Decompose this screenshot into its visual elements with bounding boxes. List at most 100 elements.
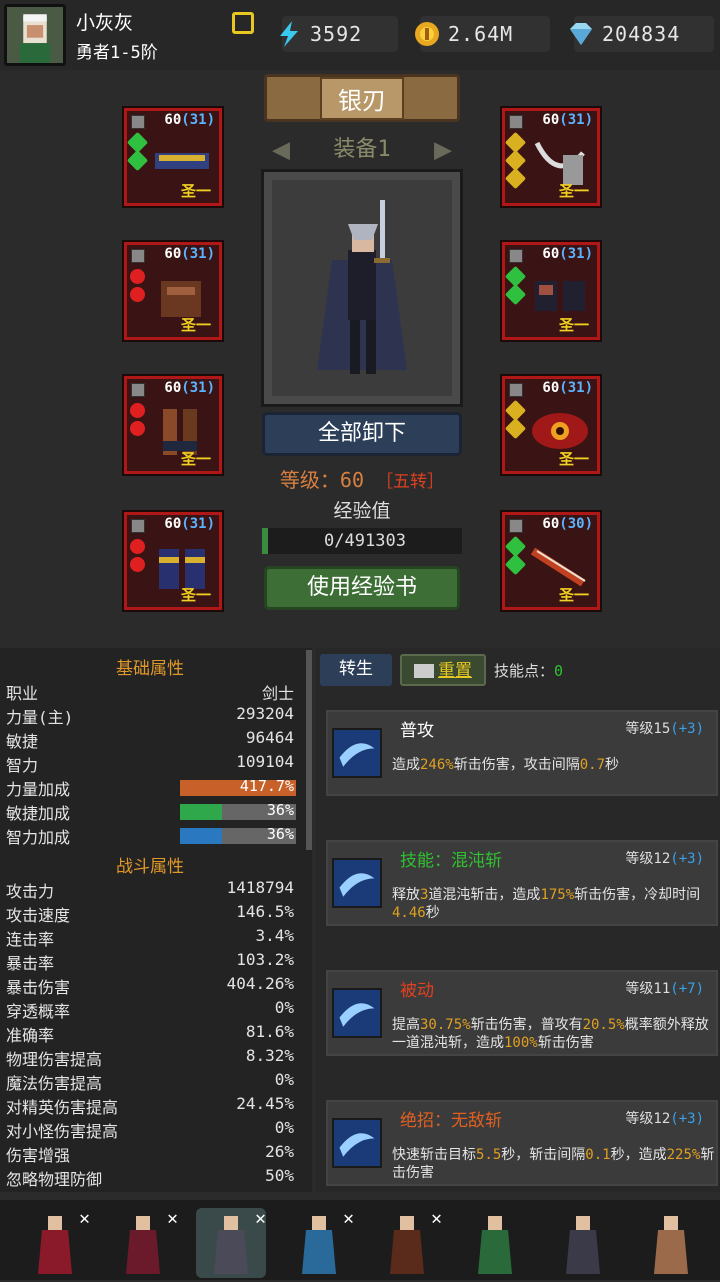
equipment-slot[interactable]: 60(31) 圣一 <box>122 374 224 476</box>
gold-value: 2.64M <box>448 22 514 46</box>
stat-value: 417.7% <box>239 777 294 795</box>
equipment-tier: 圣一 <box>180 182 211 200</box>
equipment-slot[interactable]: 60(31) 圣一 <box>122 240 224 342</box>
stat-row: 攻击力 1418794 <box>6 878 294 902</box>
lock-icon <box>509 383 523 397</box>
skill-points: 技能点：0 <box>494 660 563 681</box>
stat-value: 0% <box>274 1070 294 1089</box>
gem-red-icon <box>130 403 145 418</box>
stat-row: 连击率 3.4% <box>6 926 294 950</box>
skill-points-label: 技能点： <box>494 662 555 680</box>
stat-row: 攻击速度 146.5% <box>6 902 294 926</box>
close-icon: ✕ <box>343 1208 354 1229</box>
gem-red-icon <box>130 421 145 436</box>
stat-bar: 36% <box>180 801 296 820</box>
stat-value: 36% <box>266 825 294 843</box>
diamond-counter: 204834 <box>570 16 714 52</box>
stat-name: 攻击速度 <box>6 906 71 925</box>
reset-skills-button[interactable]: 重置 <box>400 654 486 686</box>
skill-card[interactable]: 普攻 等级15(+3) 造成246%斩击伤害，攻击间隔0.7秒 <box>326 710 718 796</box>
close-icon: ✕ <box>167 1208 178 1229</box>
diamond-icon <box>570 23 592 45</box>
skill-name: 绝招：无敌斩 <box>400 1111 502 1131</box>
stat-row: 暴击伤害 404.26% <box>6 974 294 998</box>
stat-row: 力量(主) 293204 <box>6 704 294 728</box>
hero-swordsman[interactable]: ✕ <box>196 1208 266 1278</box>
equipment-level: 60(31) <box>542 246 593 262</box>
lock-icon <box>509 115 523 129</box>
stat-name: 智力 <box>6 756 39 775</box>
close-icon: ✕ <box>431 1208 442 1229</box>
stat-row: 暴击率 103.2% <box>6 950 294 974</box>
hero-warrior[interactable] <box>548 1208 618 1278</box>
prev-set-button[interactable]: ◀ <box>258 128 304 172</box>
skill-card[interactable]: 被动 等级11(+7) 提高30.75%斩击伤害，普攻有20.5%概率额外释放一… <box>326 970 718 1056</box>
stat-name: 物理伤害提高 <box>6 1050 103 1069</box>
equipment-level: 60(31) <box>164 112 215 128</box>
exp-bar: 0/491303 <box>262 528 462 554</box>
equipment-slot[interactable]: 60(31) 圣一 <box>122 510 224 612</box>
unequip-all-button[interactable]: 全部卸下 <box>262 412 462 456</box>
gem-yellow-icon <box>504 417 527 440</box>
skill-card[interactable]: 技能：混沌斩 等级12(+3) 释放3道混沌斩击，造成175%斩击伤害，冷却时间… <box>326 840 718 926</box>
combat-attributes-title: 战斗属性 <box>116 857 184 877</box>
stat-name: 攻击力 <box>6 882 55 901</box>
skill-icon <box>332 988 382 1038</box>
stat-name: 职业 <box>6 684 39 703</box>
equipment-level: 60(31) <box>164 516 215 532</box>
hero-name-banner: 银刃 <box>264 74 460 122</box>
use-exp-book-button[interactable]: 使用经验书 <box>264 566 460 610</box>
equipment-tier: 圣一 <box>558 316 589 334</box>
skill-description: 造成246%斩击伤害，攻击间隔0.7秒 <box>392 757 620 773</box>
hero-mage-red[interactable]: ✕ <box>20 1208 90 1278</box>
skill-icon <box>332 728 382 778</box>
stat-bar-row: 敏捷加成 36% <box>6 800 296 824</box>
lock-icon <box>131 383 145 397</box>
equipment-slot[interactable]: 60(31) 圣一 <box>500 240 602 342</box>
equipment-level: 60(31) <box>164 380 215 396</box>
hero-demon-knight[interactable]: ✕ <box>372 1208 442 1278</box>
energy-icon <box>280 21 298 47</box>
skill-name: 技能：混沌斩 <box>400 851 502 871</box>
hero-name: 银刃 <box>320 76 404 120</box>
equipment-set-selector: ◀ 装备1 ▶ <box>258 128 466 172</box>
skill-card[interactable]: 绝招：无敌斩 等级12(+3) 快速斩击目标5.5秒，斩击间隔0.1秒，造成22… <box>326 1100 718 1186</box>
stat-row: 对精英伤害提高 24.45% <box>6 1094 294 1118</box>
edit-name-icon[interactable] <box>232 12 254 34</box>
skill-name: 被动 <box>400 981 434 1001</box>
stat-value: 36% <box>266 801 294 819</box>
stats-scrollbar[interactable] <box>306 650 312 850</box>
stat-row: 准确率 81.6% <box>6 1022 294 1046</box>
stat-value: 26% <box>265 1142 294 1161</box>
stat-name: 力量(主) <box>6 708 74 727</box>
reset-label: 重置 <box>438 661 472 681</box>
lock-icon <box>509 249 523 263</box>
equipment-tier: 圣一 <box>558 182 589 200</box>
equipment-tier: 圣一 <box>180 316 211 334</box>
equipment-slot[interactable]: 60(31) 圣一 <box>500 106 602 208</box>
hero-ice-mage[interactable]: ✕ <box>284 1208 354 1278</box>
player-avatar[interactable] <box>4 4 66 66</box>
stat-name: 穿透概率 <box>6 1002 71 1021</box>
hero-vampire[interactable]: ✕ <box>108 1208 178 1278</box>
equipment-slot[interactable]: 60(31) 圣一 <box>122 106 224 208</box>
stat-name: 忽略物理防御 <box>6 1170 103 1189</box>
skill-icon <box>332 1118 382 1168</box>
gem-red-icon <box>130 539 145 554</box>
skill-level: 等级15(+3) <box>625 721 704 737</box>
stat-value: 96464 <box>245 728 294 747</box>
lock-icon <box>509 519 523 533</box>
stat-row: 敏捷 96464 <box>6 728 294 752</box>
basic-attributes-title: 基础属性 <box>116 659 184 679</box>
next-set-button[interactable]: ▶ <box>420 128 466 172</box>
stat-name: 智力加成 <box>6 828 71 847</box>
equipment-slot[interactable]: 60(30) 圣一 <box>500 510 602 612</box>
player-name: 小灰灰 <box>76 12 134 34</box>
hero-dancer[interactable] <box>636 1208 706 1278</box>
hero-archer[interactable] <box>460 1208 530 1278</box>
stat-name: 力量加成 <box>6 780 71 799</box>
stat-name: 对精英伤害提高 <box>6 1098 119 1117</box>
skill-description: 释放3道混沌斩击，造成175%斩击伤害，冷却时间4.46秒 <box>392 887 701 921</box>
rebirth-tab[interactable]: 转生 <box>320 654 392 686</box>
equipment-slot[interactable]: 60(31) 圣一 <box>500 374 602 476</box>
